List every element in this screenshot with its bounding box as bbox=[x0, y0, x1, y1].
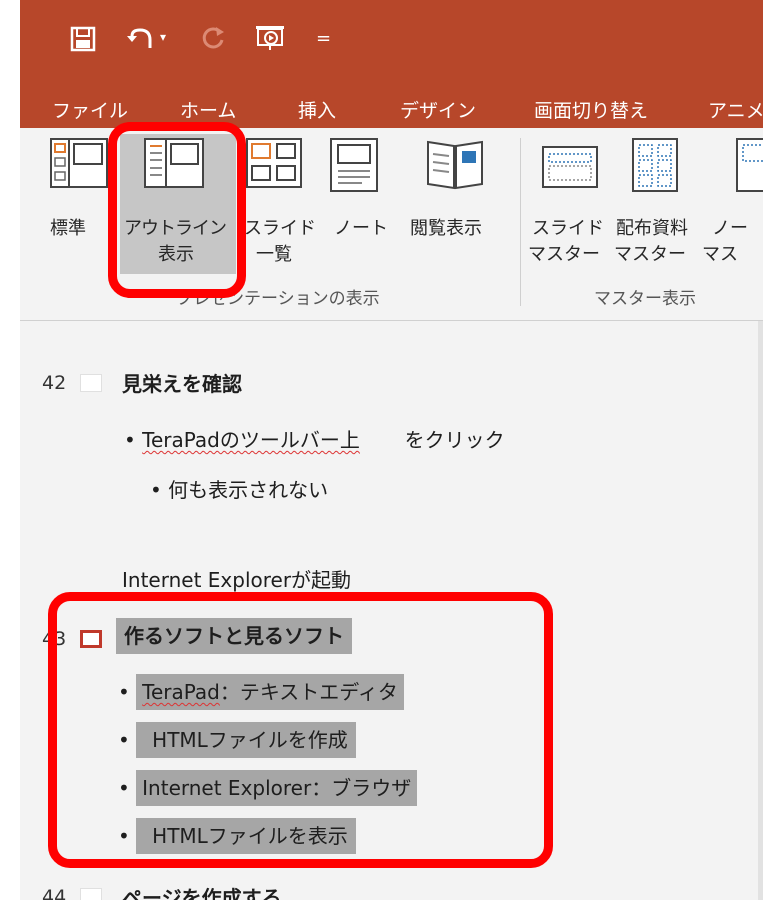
slide-master-label-line2: マスター bbox=[528, 244, 600, 265]
bullet-text: 何も表示されない bbox=[168, 478, 329, 502]
slide-sorter-icon bbox=[246, 138, 302, 188]
ribbon-group-separator bbox=[520, 138, 521, 306]
handout-master-label-line1: 配布資料 bbox=[616, 218, 688, 239]
master-views-group-label: マスター表示 bbox=[594, 289, 696, 309]
handout-master-icon bbox=[632, 138, 678, 192]
notes-master-icon bbox=[736, 138, 763, 192]
slide-thumbnail-icon[interactable] bbox=[80, 888, 102, 900]
tab-file[interactable]: ファイル bbox=[52, 96, 128, 123]
normal-view-label: 標準 bbox=[50, 218, 86, 239]
handout-master-label-line2: マスター bbox=[614, 244, 686, 265]
slide-thumbnail-icon[interactable] bbox=[80, 374, 102, 392]
slide-master-icon bbox=[542, 146, 598, 188]
normal-view-icon bbox=[50, 138, 108, 188]
outline-text-line[interactable]: Internet Explorerが起動 bbox=[122, 564, 351, 593]
tab-transitions[interactable]: 画面切り替え bbox=[534, 96, 648, 123]
notes-page-label: ノート bbox=[334, 218, 388, 239]
customize-icon[interactable]: = bbox=[316, 28, 331, 49]
outline-bullet-line[interactable]: • 何も表示されない bbox=[150, 474, 328, 503]
slide-sorter-label-line2: 一覧 bbox=[256, 244, 292, 265]
reading-view-icon bbox=[427, 140, 483, 190]
reading-view-button[interactable] bbox=[416, 138, 506, 274]
tab-design[interactable]: デザイン bbox=[400, 96, 476, 123]
undo-icon[interactable] bbox=[126, 24, 156, 54]
notes-page-icon bbox=[330, 138, 378, 192]
outline-bullet-line[interactable]: • TeraPadのツールバー上 をクリック bbox=[124, 424, 505, 453]
notes-page-button[interactable] bbox=[330, 138, 390, 274]
tab-animations[interactable]: アニメ bbox=[708, 96, 763, 123]
slide-number: 42 bbox=[42, 372, 67, 394]
save-icon[interactable] bbox=[70, 26, 96, 52]
tab-insert[interactable]: 挿入 bbox=[298, 96, 336, 123]
reading-view-label: 閲覧表示 bbox=[410, 218, 482, 239]
bullet-text: TeraPadのツールバー上 bbox=[142, 428, 360, 452]
slide-number: 44 bbox=[42, 886, 67, 900]
present-icon[interactable] bbox=[254, 22, 286, 54]
left-edge bbox=[0, 0, 20, 900]
bullet-text-cont: をクリック bbox=[404, 428, 505, 452]
bullet: • bbox=[124, 428, 136, 452]
slide-sorter-label-line1: スライド bbox=[244, 218, 316, 239]
bullet: • bbox=[150, 478, 162, 502]
annotation-highlight-outline-view bbox=[108, 122, 246, 298]
tab-home[interactable]: ホーム bbox=[180, 96, 236, 123]
redo-icon bbox=[200, 24, 228, 52]
slide-title[interactable]: 見栄えを確認 bbox=[122, 368, 242, 397]
slide-title[interactable]: ページを作成する bbox=[122, 882, 282, 900]
annotation-highlight-slide-43 bbox=[48, 592, 553, 868]
undo-dropdown-icon[interactable]: ▾ bbox=[160, 30, 166, 44]
powerpoint-window: ▾ = ファイル ホーム 挿入 デザイン 画面切り替え アニメ 標準 アウトライ… bbox=[0, 0, 763, 900]
notes-master-label-line1: ノー bbox=[712, 218, 748, 239]
normal-view-button[interactable] bbox=[50, 138, 110, 274]
outline-scrollbar[interactable] bbox=[758, 321, 763, 900]
notes-master-label-line2: マス bbox=[702, 244, 738, 265]
slide-master-label-line1: スライド bbox=[532, 218, 604, 239]
